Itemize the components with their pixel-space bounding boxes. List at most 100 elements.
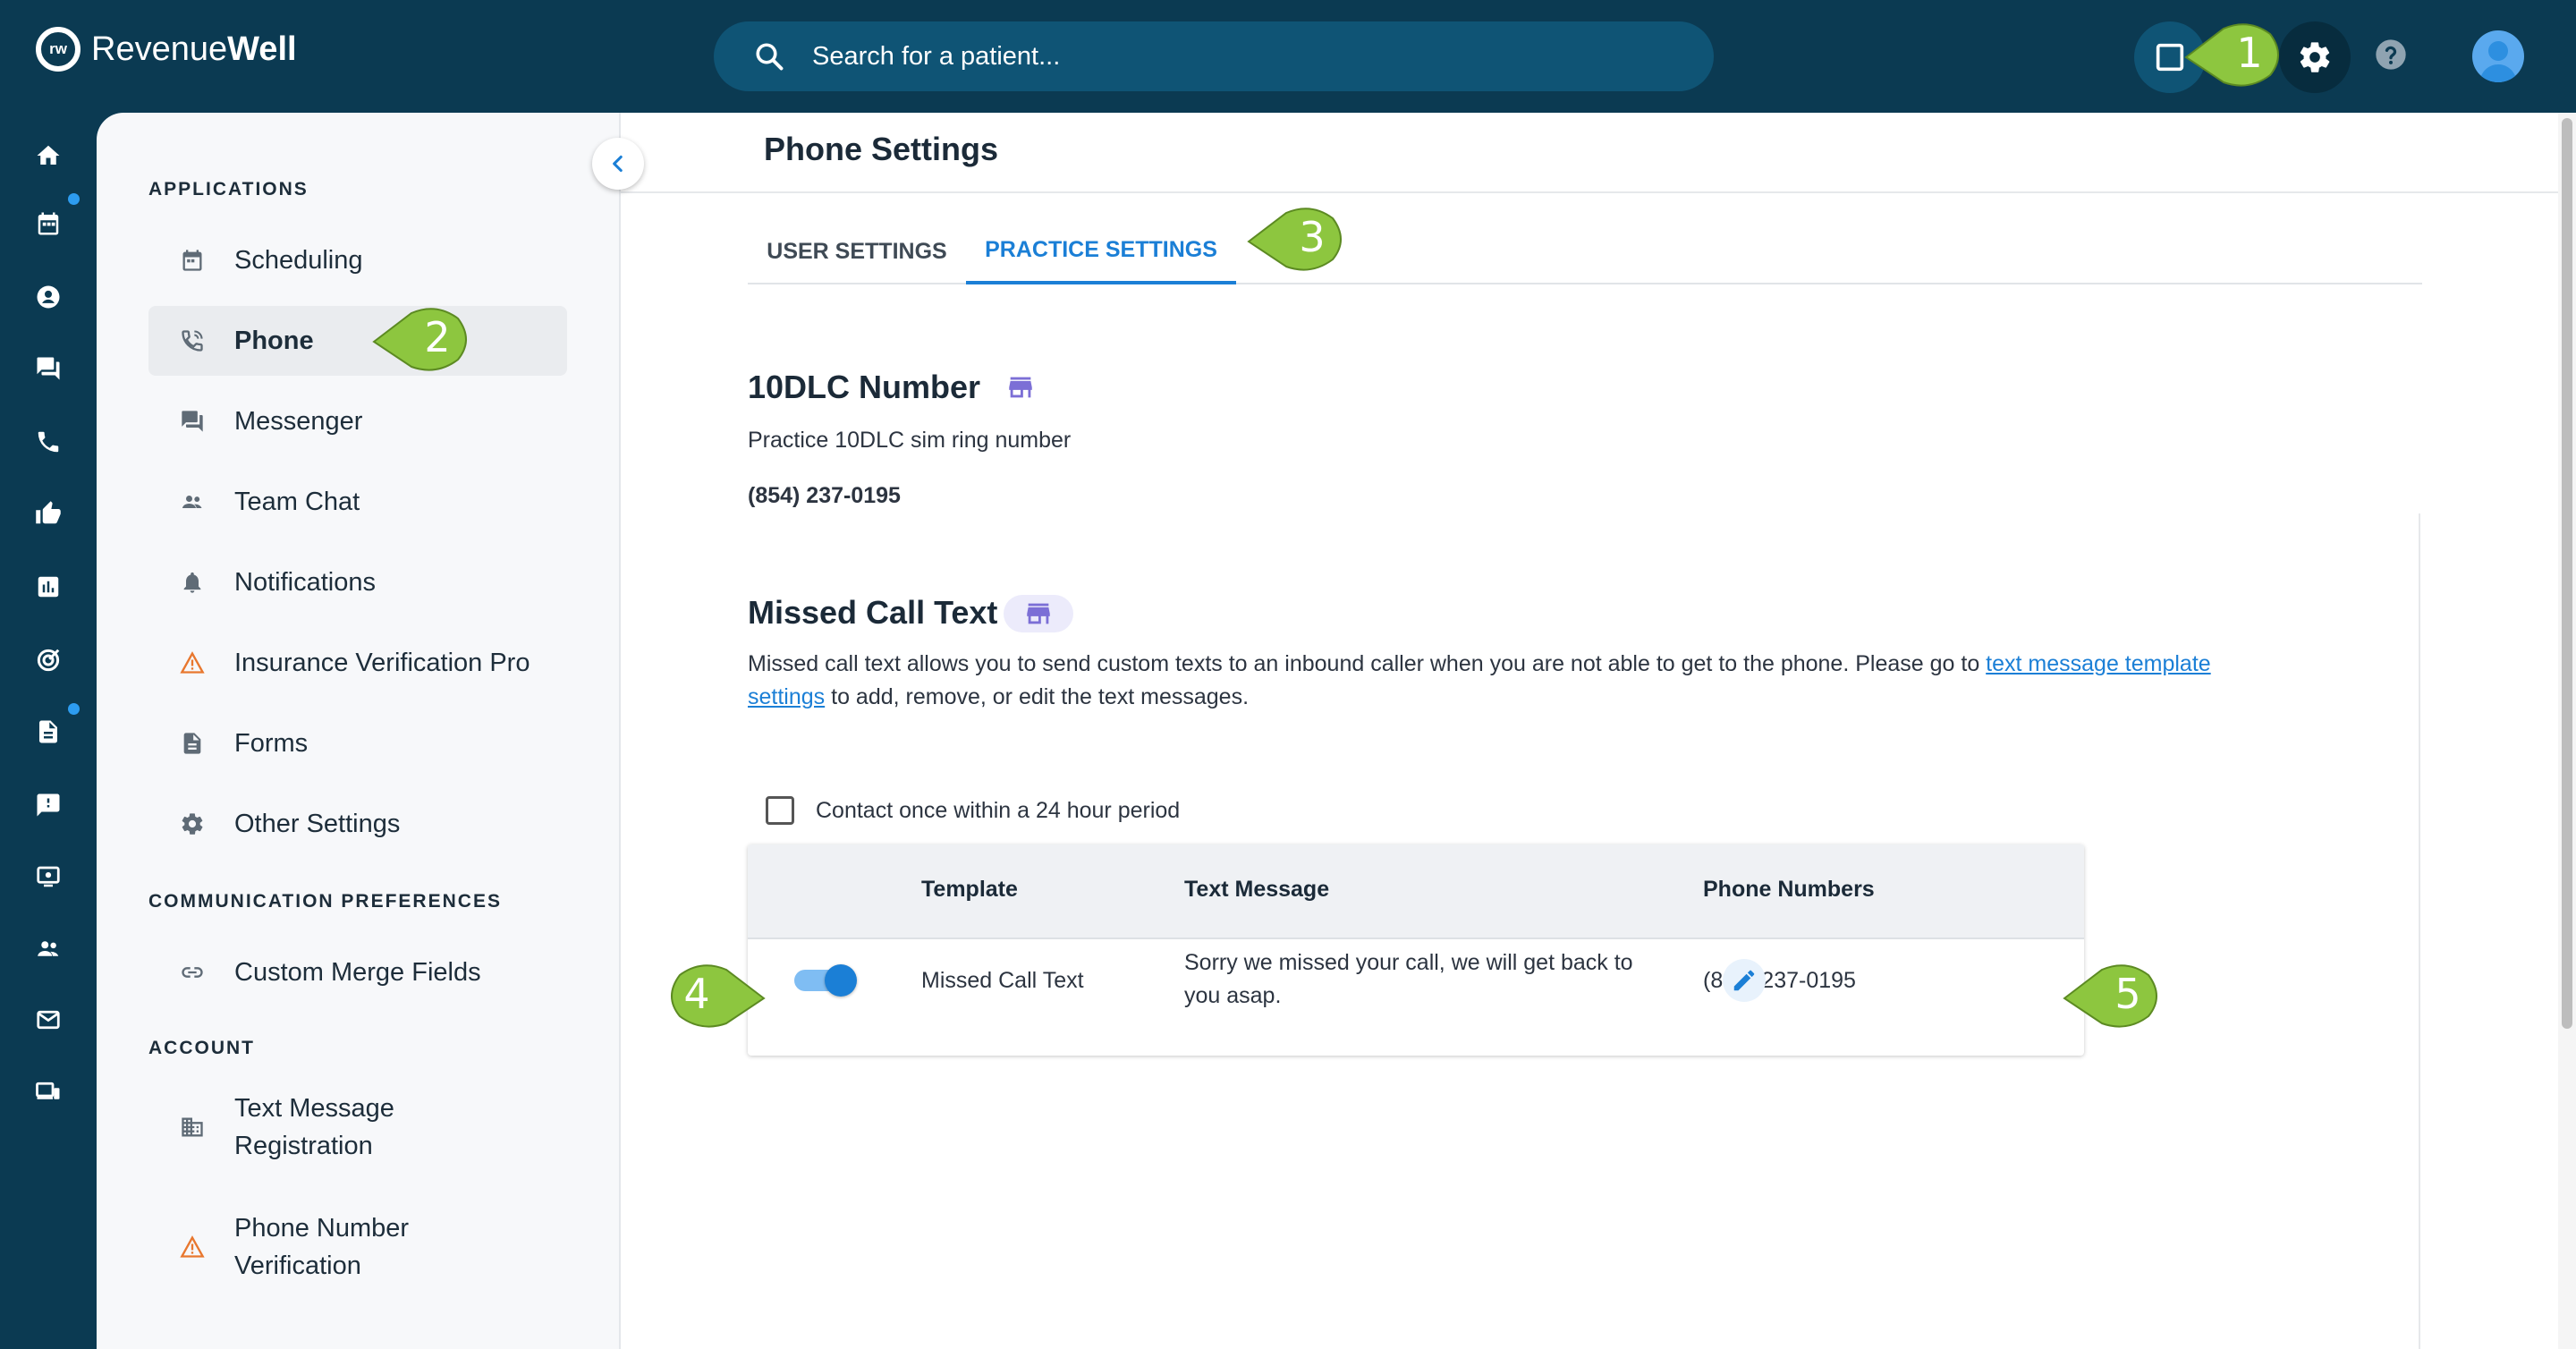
callout-number: 2: [424, 313, 451, 361]
patient-icon: [37, 285, 60, 309]
callout-marker-5: 5: [2059, 961, 2166, 1032]
rail-home[interactable]: [32, 140, 64, 172]
building-icon: [179, 1114, 206, 1141]
sidebar-item-label: Notifications: [234, 568, 376, 597]
calendar-icon: [179, 247, 206, 274]
callout-marker-4: 4: [662, 961, 769, 1032]
contact-once-checkbox[interactable]: [766, 796, 794, 825]
rail-reviews[interactable]: [32, 497, 64, 530]
contact-once-option[interactable]: Contact once within a 24 hour period: [766, 796, 1180, 825]
rail-team[interactable]: [32, 932, 64, 964]
link-icon: [179, 959, 206, 986]
settings-sidebar: APPLICATIONS Scheduling Phone Messenger …: [97, 113, 621, 1349]
main-content: Phone Settings USER SETTINGS PRACTICE SE…: [621, 113, 2558, 1349]
devices-icon: [36, 1082, 60, 1099]
label-line-2: Registration: [234, 1132, 373, 1160]
phone-icon: [179, 327, 206, 354]
logo-text: RevenueWell: [91, 30, 297, 69]
text-message-line-1: Sorry we missed your call, we will get b…: [1184, 950, 1633, 975]
search-input[interactable]: Search for a patient...: [812, 42, 1060, 72]
rail-online-booking[interactable]: [32, 861, 64, 893]
help-icon: [2376, 39, 2406, 70]
dlc-number: (854) 237-0195: [748, 483, 901, 508]
people-icon: [179, 488, 206, 515]
callout-marker-2: 2: [369, 304, 476, 376]
rail-analytics[interactable]: [32, 571, 64, 603]
rail-messages[interactable]: [32, 352, 64, 385]
sidebar-item-scheduling[interactable]: Scheduling: [148, 225, 567, 295]
home-icon: [37, 145, 60, 165]
warning-icon: [179, 649, 206, 676]
warning-icon: [179, 1234, 206, 1260]
chevron-left-icon: [613, 155, 623, 173]
callout-number: 1: [2236, 29, 2263, 77]
label-line-1: Text Message: [234, 1094, 394, 1123]
bar-chart-icon: [38, 576, 59, 598]
rail-campaigns[interactable]: [32, 644, 64, 676]
patient-search-bar[interactable]: Search for a patient...: [714, 21, 1714, 91]
rail-devices[interactable]: [32, 1075, 64, 1107]
sidebar-item-forms[interactable]: Forms: [148, 708, 567, 778]
table-header: Template Text Message Phone Numbers: [748, 844, 2084, 939]
logo-mark-text: rw: [49, 40, 67, 57]
phone-call-icon: [38, 431, 59, 453]
sidebar-item-messenger[interactable]: Messenger: [148, 386, 567, 456]
user-avatar[interactable]: [2472, 30, 2524, 82]
mail-icon: [37, 1010, 60, 1030]
practice-level-badge: [986, 369, 1055, 406]
sidebar-item-notifications[interactable]: Notifications: [148, 547, 567, 617]
forms-notification-dot: [68, 703, 80, 715]
template-settings-link[interactable]: text message template: [1986, 651, 2211, 676]
left-nav-rail: [0, 113, 97, 1349]
revenuewell-logo[interactable]: rw RevenueWell: [36, 27, 297, 72]
sidebar-item-phone[interactable]: Phone: [148, 306, 567, 376]
brand-light: Revenue: [91, 30, 228, 68]
chat-icon: [179, 408, 206, 435]
avatar-icon: [2479, 41, 2517, 82]
column-header-phone-numbers: Phone Numbers: [1703, 877, 1875, 902]
document-icon: [179, 730, 206, 757]
description-text: Missed call text allows you to send cust…: [748, 651, 1987, 676]
sidebar-item-insurance-verification[interactable]: Insurance Verification Pro: [148, 628, 567, 698]
sidebar-item-text-message-registration[interactable]: Text Message Registration: [148, 1079, 567, 1175]
gear-icon: [179, 810, 206, 837]
rail-mail[interactable]: [32, 1004, 64, 1036]
message-icon: [37, 357, 60, 380]
callout-marker-1: 1: [2181, 20, 2288, 91]
text-message-line-2: you asap.: [1184, 983, 1282, 1008]
template-name: Missed Call Text: [921, 968, 1084, 993]
monitor-icon: [37, 866, 60, 887]
sidebar-item-label: Custom Merge Fields: [234, 958, 481, 987]
sidebar-item-phone-number-verification[interactable]: Phone Number Verification: [148, 1199, 567, 1295]
checkbox-label: Contact once within a 24 hour period: [816, 797, 1181, 823]
rail-feedback[interactable]: [32, 789, 64, 821]
rail-patients[interactable]: [32, 281, 64, 313]
sidebar-item-label: Messenger: [234, 407, 363, 436]
sidebar-item-label: Other Settings: [234, 810, 401, 838]
tab-user-settings[interactable]: USER SETTINGS: [748, 218, 966, 284]
scrollbar-thumb[interactable]: [2562, 118, 2572, 1029]
sidebar-item-label: Forms: [234, 729, 309, 758]
label-line-2: Verification: [234, 1251, 361, 1280]
rail-forms[interactable]: [32, 716, 64, 748]
target-icon: [37, 649, 60, 672]
practice-level-badge: [1004, 595, 1073, 632]
sidebar-item-label: Team Chat: [234, 488, 360, 516]
sidebar-item-team-chat[interactable]: Team Chat: [148, 467, 567, 537]
enabled-toggle[interactable]: [794, 964, 857, 997]
settings-button[interactable]: [2279, 21, 2351, 93]
edit-button[interactable]: [1723, 959, 1766, 1002]
collapse-sidebar-button[interactable]: [592, 138, 644, 190]
sidebar-item-custom-merge-fields[interactable]: Custom Merge Fields: [148, 938, 567, 1007]
feedback-icon: [37, 793, 60, 817]
description-text-end: to add, remove, or edit the text message…: [825, 684, 1250, 709]
rail-calendar[interactable]: [32, 208, 64, 240]
help-button[interactable]: [2370, 34, 2411, 75]
toggle-knob: [825, 964, 857, 997]
template-settings-link-cont[interactable]: settings: [748, 684, 825, 709]
rail-phone[interactable]: [32, 426, 64, 458]
sidebar-item-other-settings[interactable]: Other Settings: [148, 789, 567, 859]
calendar-notification-dot: [68, 193, 80, 205]
tab-practice-settings[interactable]: PRACTICE SETTINGS: [966, 218, 1236, 284]
column-header-text-message: Text Message: [1184, 877, 1330, 902]
